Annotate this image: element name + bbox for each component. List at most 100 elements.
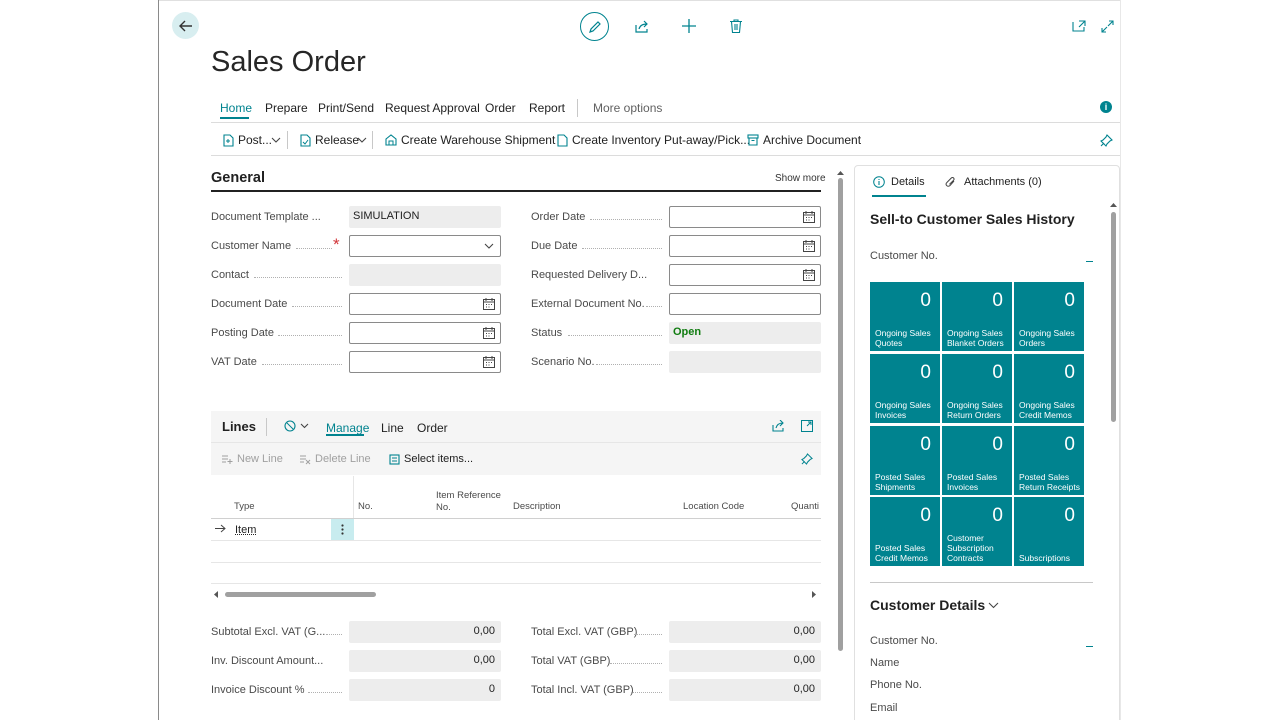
back-button[interactable] — [172, 12, 199, 39]
pin-icon[interactable] — [1100, 134, 1113, 147]
external-document-no-input[interactable] — [669, 293, 821, 315]
calendar-icon[interactable] — [803, 211, 815, 223]
customer-name-input[interactable] — [349, 235, 501, 257]
posting-date-input[interactable] — [349, 322, 501, 344]
invoice-discount-pct-label: Invoice Discount % — [211, 684, 305, 696]
chevron-down-icon[interactable] — [484, 243, 494, 249]
post-dropdown-chevron-icon[interactable] — [271, 137, 281, 143]
delete-button[interactable] — [728, 18, 744, 34]
show-more-link[interactable]: Show more — [775, 173, 826, 184]
calendar-icon[interactable] — [483, 327, 495, 339]
column-header-location-code[interactable]: Location Code — [683, 501, 744, 512]
scroll-left-arrow-icon[interactable] — [214, 591, 219, 598]
tab-request-approval[interactable]: Request Approval — [385, 101, 480, 115]
delete-line-button[interactable]: Delete Line — [299, 453, 371, 465]
tab-print-send[interactable]: Print/Send — [318, 101, 374, 115]
column-header-description[interactable]: Description — [513, 501, 561, 512]
calendar-icon[interactable] — [803, 269, 815, 281]
horizontal-scrollbar-thumb[interactable] — [225, 592, 376, 597]
requested-delivery-date-input[interactable] — [669, 264, 821, 286]
info-icon[interactable]: i — [1100, 101, 1112, 113]
tab-prepare[interactable]: Prepare — [265, 101, 308, 115]
customer-details-header[interactable]: Customer Details — [870, 597, 999, 613]
column-header-quantity[interactable]: Quanti — [791, 501, 821, 512]
factbox-scroll-up-arrow-icon[interactable] — [1110, 202, 1117, 207]
document-date-label: Document Date — [211, 298, 288, 310]
tab-more-options[interactable]: More options — [593, 101, 662, 115]
leader-dots — [292, 306, 342, 307]
post-button[interactable]: Post... — [222, 133, 272, 147]
invoice-discount-pct-value[interactable]: 0 — [349, 679, 501, 701]
tile-ongoing-sales-blanket-orders[interactable]: 0 Ongoing Sales Blanket Orders — [942, 282, 1012, 351]
tile-ongoing-sales-return-orders[interactable]: 0 Ongoing Sales Return Orders — [942, 354, 1012, 423]
details-name-label: Name — [870, 657, 900, 669]
tile-posted-sales-return-receipts[interactable]: 0 Posted Sales Return Receipts — [1014, 426, 1084, 495]
factbox-scrollbar-thumb[interactable] — [1111, 212, 1116, 422]
share-button[interactable] — [634, 18, 650, 34]
due-date-input[interactable] — [669, 235, 821, 257]
release-button[interactable]: Release — [299, 133, 359, 147]
release-dropdown-chevron-icon[interactable] — [357, 137, 367, 143]
column-header-type[interactable]: Type — [234, 501, 255, 512]
column-header-item-reference-no[interactable]: Item Reference No. — [436, 490, 506, 513]
lines-expand-icon[interactable] — [801, 420, 813, 432]
lines-title[interactable]: Lines — [222, 419, 256, 434]
document-date-input[interactable] — [349, 293, 501, 315]
requested-delivery-date-label: Requested Delivery D... — [531, 269, 648, 281]
tile-label: Ongoing Sales Orders — [1019, 328, 1075, 348]
tab-home[interactable]: Home — [220, 101, 252, 115]
calendar-icon[interactable] — [483, 298, 495, 310]
edit-button[interactable] — [580, 12, 609, 41]
general-section-title[interactable]: General — [211, 170, 265, 186]
vat-date-input[interactable] — [349, 351, 501, 373]
create-warehouse-shipment-button[interactable]: Create Warehouse Shipment — [385, 133, 555, 147]
leader-dots — [590, 219, 662, 220]
lines-view-menu[interactable] — [284, 420, 309, 432]
tab-order[interactable]: Order — [485, 101, 516, 115]
archive-document-button[interactable]: Archive Document — [747, 133, 861, 147]
window-border-right — [1120, 0, 1121, 720]
main-vertical-scrollbar-thumb[interactable] — [838, 178, 843, 651]
lines-tab-order[interactable]: Order — [417, 421, 448, 435]
create-inventory-putaway-button[interactable]: Create Inventory Put-away/Pick... — [557, 133, 750, 147]
scenario-no-field[interactable] — [669, 351, 821, 373]
history-customer-no-value[interactable] — [1086, 261, 1093, 262]
lines-tab-manage[interactable]: Manage — [326, 421, 369, 435]
scroll-right-arrow-icon[interactable] — [811, 591, 816, 598]
tile-ongoing-sales-invoices[interactable]: 0 Ongoing Sales Invoices — [870, 354, 940, 423]
tile-posted-sales-shipments[interactable]: 0 Posted Sales Shipments — [870, 426, 940, 495]
lines-share-icon[interactable] — [772, 420, 785, 432]
row-actions-button[interactable] — [331, 519, 354, 540]
tile-ongoing-sales-credit-memos[interactable]: 0 Ongoing Sales Credit Memos — [1014, 354, 1084, 423]
document-template-field[interactable]: SIMULATION — [349, 206, 501, 228]
tile-subscriptions[interactable]: 0 Subscriptions — [1014, 497, 1084, 566]
sales-history-title[interactable]: Sell-to Customer Sales History — [870, 211, 1075, 227]
tile-ongoing-sales-quotes[interactable]: 0 Ongoing Sales Quotes — [870, 282, 940, 351]
tile-posted-sales-invoices[interactable]: 0 Posted Sales Invoices — [942, 426, 1012, 495]
calendar-icon[interactable] — [483, 356, 495, 368]
tile-ongoing-sales-orders[interactable]: 0 Ongoing Sales Orders — [1014, 282, 1084, 351]
tile-label: Posted Sales Shipments — [875, 472, 926, 492]
open-new-window-button[interactable] — [1071, 19, 1087, 33]
order-date-input[interactable] — [669, 206, 821, 228]
lines-pin-icon[interactable] — [801, 453, 813, 465]
window-border-left — [158, 0, 159, 720]
row-type-value[interactable]: Item — [235, 524, 256, 536]
contact-field[interactable] — [349, 264, 501, 286]
inv-discount-amount-value[interactable]: 0,00 — [349, 650, 501, 672]
factbox-tab-details[interactable]: Details — [873, 176, 925, 188]
tab-report[interactable]: Report — [529, 101, 565, 115]
tile-customer-subscription-contracts[interactable]: 0 Customer Subscription Contracts — [942, 497, 1012, 566]
leader-dots — [278, 335, 342, 336]
new-button[interactable] — [681, 18, 697, 34]
calendar-icon[interactable] — [803, 240, 815, 252]
tile-posted-sales-credit-memos[interactable]: 0 Posted Sales Credit Memos — [870, 497, 940, 566]
scroll-up-arrow-icon[interactable] — [837, 170, 844, 175]
column-header-no[interactable]: No. — [358, 501, 373, 512]
factbox-tab-attachments[interactable]: Attachments (0) — [945, 176, 1042, 188]
new-line-button[interactable]: New Line — [221, 453, 283, 465]
select-items-button[interactable]: Select items... — [389, 453, 473, 465]
lines-tab-line[interactable]: Line — [381, 421, 404, 435]
expand-button[interactable] — [1099, 19, 1115, 33]
details-customer-no-value[interactable] — [1086, 646, 1093, 647]
